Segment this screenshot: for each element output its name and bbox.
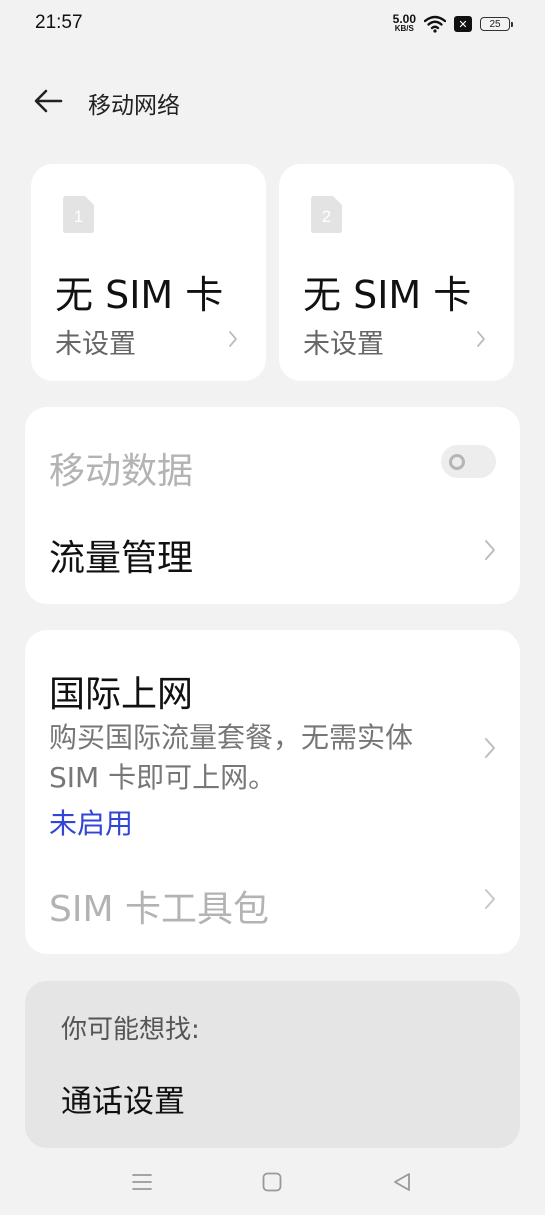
traffic-management-item[interactable]: 流量管理: [49, 529, 193, 581]
status-bar: 21:57 5.00 KB/S ✕ 25: [0, 0, 545, 48]
international-roaming-title: 国际上网: [49, 674, 194, 715]
battery-level: 25: [489, 18, 501, 30]
home-icon[interactable]: [260, 1170, 284, 1194]
back-arrow-icon[interactable]: [32, 84, 66, 118]
chevron-right-icon: [485, 889, 495, 909]
chevron-right-icon: [485, 540, 495, 560]
navigation-bar: [0, 1160, 545, 1215]
network-speed: 5.00 KB/S: [392, 12, 416, 33]
sim-toolkit-item[interactable]: SIM 卡工具包: [49, 880, 269, 932]
chevron-right-icon: [485, 738, 495, 758]
sim-1-title: 无 SIM 卡: [55, 273, 224, 317]
suggestion-call-settings[interactable]: 通话设置: [61, 1076, 185, 1121]
wifi-icon: [424, 15, 446, 33]
sim-2-title: 无 SIM 卡: [303, 273, 472, 317]
network-speed-unit: KB/S: [394, 24, 414, 33]
sim-slot-2-icon: 2: [311, 196, 342, 233]
international-roaming-status: 未启用: [49, 807, 134, 840]
suggestions-panel: 你可能想找: 通话设置: [25, 981, 520, 1148]
sim-card-1[interactable]: 1 无 SIM 卡 未设置: [31, 164, 266, 381]
sim-slot-2-number: 2: [322, 207, 331, 226]
chevron-right-icon: [477, 331, 485, 347]
mobile-data-toggle[interactable]: [441, 445, 496, 478]
menu-icon[interactable]: [130, 1170, 154, 1194]
sim-card-2[interactable]: 2 无 SIM 卡 未设置: [279, 164, 514, 381]
chevron-right-icon: [229, 331, 237, 347]
sim-slot-1-icon: 1: [63, 196, 94, 233]
mobile-data-label: 移动数据: [49, 451, 194, 492]
toggle-knob: [449, 454, 465, 470]
suggestions-heading: 你可能想找:: [61, 1015, 200, 1045]
no-sim-icon: ✕: [454, 16, 472, 32]
sim-2-status: 未设置: [303, 329, 384, 360]
status-icons: 5.00 KB/S ✕ 25: [392, 12, 513, 35]
data-settings-card: 移动数据 流量管理: [25, 407, 520, 604]
page-title: 移动网络: [88, 93, 180, 119]
network-speed-value: 5.00: [392, 12, 416, 26]
battery-icon: 25: [480, 17, 513, 31]
back-icon[interactable]: [390, 1170, 414, 1194]
sim-slot-1-number: 1: [74, 207, 83, 226]
sim-1-status: 未设置: [55, 329, 136, 360]
header: 移动网络: [0, 70, 545, 132]
international-card: 国际上网 购买国际流量套餐，无需实体SIM 卡即可上网。 未启用 SIM 卡工具…: [25, 630, 520, 954]
status-time: 21:57: [35, 12, 83, 33]
international-roaming-description: 购买国际流量套餐，无需实体SIM 卡即可上网。: [49, 721, 414, 794]
